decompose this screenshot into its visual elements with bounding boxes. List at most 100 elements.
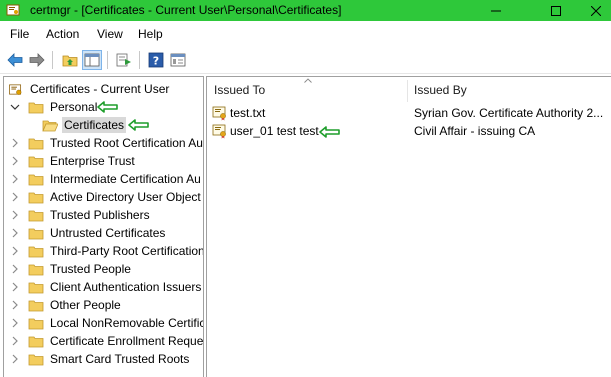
- cell-issued-by: Syrian Gov. Certificate Authority 2...: [414, 106, 604, 120]
- tree-item-label: Client Authentication Issuers: [50, 280, 202, 294]
- folder-icon: [28, 336, 44, 347]
- folder-icon: [28, 102, 44, 113]
- console-tree[interactable]: Certificates - Current User Personal Cer…: [3, 76, 204, 377]
- column-header-issued-by[interactable]: Issued By: [414, 77, 609, 102]
- tree-item-label: Untrusted Certificates: [50, 226, 166, 240]
- tree-item-smart-card-roots[interactable]: Smart Card Trusted Roots: [8, 350, 191, 368]
- back-button[interactable]: [5, 50, 25, 70]
- certificate-list[interactable]: Issued To Issued By test.txt Syrian Gov.…: [206, 76, 611, 377]
- chevron-right-icon[interactable]: [10, 318, 20, 328]
- tree-item-label: Trusted Root Certification Au: [50, 136, 203, 150]
- tree-item-label: Intermediate Certification Au: [50, 172, 201, 186]
- tree-item-label: Certificate Enrollment Reque: [50, 334, 204, 348]
- tree-item-enrollment-requests[interactable]: Certificate Enrollment Reque: [8, 332, 204, 350]
- table-row[interactable]: test.txt Syrian Gov. Certificate Authori…: [207, 105, 611, 123]
- up-one-level-button[interactable]: [60, 50, 80, 70]
- toolbar: ?: [0, 46, 611, 74]
- tree-item-other-people[interactable]: Other People: [8, 296, 123, 314]
- chevron-right-icon[interactable]: [10, 192, 20, 202]
- chevron-right-icon[interactable]: [10, 282, 20, 292]
- folder-icon: [28, 174, 44, 185]
- properties-button[interactable]: [168, 50, 188, 70]
- minimize-icon: [491, 10, 501, 11]
- cell-issued-by: Civil Affair - issuing CA: [414, 124, 536, 138]
- tree-item-enterprise-trust[interactable]: Enterprise Trust: [8, 152, 137, 170]
- chevron-right-icon[interactable]: [10, 228, 20, 238]
- chevron-right-icon[interactable]: [10, 300, 20, 310]
- tree-item-trusted-people[interactable]: Trusted People: [8, 260, 133, 278]
- menu-bar: File Action View Help: [0, 24, 611, 46]
- minimize-button[interactable]: [473, 0, 519, 21]
- folder-icon: [28, 156, 44, 167]
- tree-item-label: Personal: [50, 100, 98, 114]
- show-hide-console-tree-button[interactable]: [82, 50, 102, 70]
- tree-item-label: Other People: [50, 298, 121, 312]
- folder-icon: [28, 264, 44, 275]
- annotation-arrow-icon: [128, 119, 149, 131]
- folder-open-icon: [42, 120, 58, 131]
- folder-icon: [28, 282, 44, 293]
- column-divider[interactable]: [407, 80, 408, 102]
- menu-action[interactable]: Action: [46, 27, 79, 41]
- tree-root[interactable]: Certificates - Current User: [8, 80, 171, 98]
- chevron-right-icon[interactable]: [10, 210, 20, 220]
- tree-item-local-nonremovable[interactable]: Local NonRemovable Certific: [8, 314, 204, 332]
- chevron-right-icon[interactable]: [10, 138, 20, 148]
- folder-icon: [28, 210, 44, 221]
- show-hide-tree-icon: [84, 53, 100, 67]
- tree-item-label: Trusted Publishers: [50, 208, 150, 222]
- tree-item-trusted-root[interactable]: Trusted Root Certification Au: [8, 134, 203, 152]
- certificate-icon: [212, 106, 226, 121]
- tree-item-client-auth-issuers[interactable]: Client Authentication Issuers: [8, 278, 203, 296]
- tree-item-label: Local NonRemovable Certific: [50, 316, 204, 330]
- folder-icon: [28, 192, 44, 203]
- annotation-arrow-icon: [97, 101, 118, 113]
- chevron-right-icon[interactable]: [10, 264, 20, 274]
- tree-item-untrusted[interactable]: Untrusted Certificates: [8, 224, 167, 242]
- chevron-right-icon[interactable]: [10, 174, 20, 184]
- svg-text:?: ?: [153, 55, 159, 68]
- column-header-issued-to[interactable]: Issued To: [214, 77, 404, 102]
- folder-icon: [28, 138, 44, 149]
- tree-item-third-party-root[interactable]: Third-Party Root Certification: [8, 242, 204, 260]
- tree-root-label: Certificates - Current User: [30, 82, 170, 96]
- chevron-right-icon[interactable]: [10, 354, 20, 364]
- close-button[interactable]: [580, 0, 611, 21]
- cell-issued-to: user_01 test test: [230, 124, 319, 138]
- tree-item-active-directory[interactable]: Active Directory User Object: [8, 188, 203, 206]
- back-icon: [7, 53, 23, 67]
- tree-item-certificates[interactable]: Certificates: [42, 116, 127, 134]
- chevron-right-icon[interactable]: [10, 336, 20, 346]
- export-list-button[interactable]: [114, 50, 134, 70]
- column-header-label: Issued By: [414, 82, 467, 97]
- table-row[interactable]: user_01 test test Civil Affair - issuing…: [207, 123, 611, 141]
- menu-help[interactable]: Help: [138, 27, 163, 41]
- maximize-button[interactable]: [533, 0, 579, 21]
- certmgr-app-icon: [6, 4, 20, 16]
- folder-icon: [28, 246, 44, 257]
- help-button[interactable]: ?: [146, 50, 166, 70]
- tree-item-label: Active Directory User Object: [50, 190, 201, 204]
- help-icon: ?: [148, 52, 164, 68]
- cell-issued-to: test.txt: [230, 106, 266, 120]
- menu-file[interactable]: File: [10, 27, 29, 41]
- tree-item-label: Third-Party Root Certification: [50, 244, 204, 258]
- menu-view[interactable]: View: [97, 27, 123, 41]
- chevron-right-icon[interactable]: [10, 246, 20, 256]
- tree-item-intermediate[interactable]: Intermediate Certification Au: [8, 170, 203, 188]
- up-folder-icon: [62, 55, 78, 67]
- properties-icon: [170, 53, 186, 67]
- forward-icon: [29, 53, 45, 67]
- maximize-icon: [551, 5, 561, 16]
- tree-item-label: Certificates: [62, 117, 127, 133]
- tree-item-label: Enterprise Trust: [50, 154, 135, 168]
- annotation-arrow-icon: [319, 126, 340, 138]
- chevron-right-icon[interactable]: [10, 156, 20, 166]
- chevron-down-icon[interactable]: [10, 102, 20, 112]
- forward-button[interactable]: [27, 50, 47, 70]
- folder-icon: [28, 354, 44, 365]
- toolbar-separator: [52, 51, 53, 69]
- tree-item-trusted-publishers[interactable]: Trusted Publishers: [8, 206, 152, 224]
- tree-item-personal[interactable]: Personal: [8, 98, 99, 116]
- title-bar: certmgr - [Certificates - Current User\P…: [0, 0, 611, 21]
